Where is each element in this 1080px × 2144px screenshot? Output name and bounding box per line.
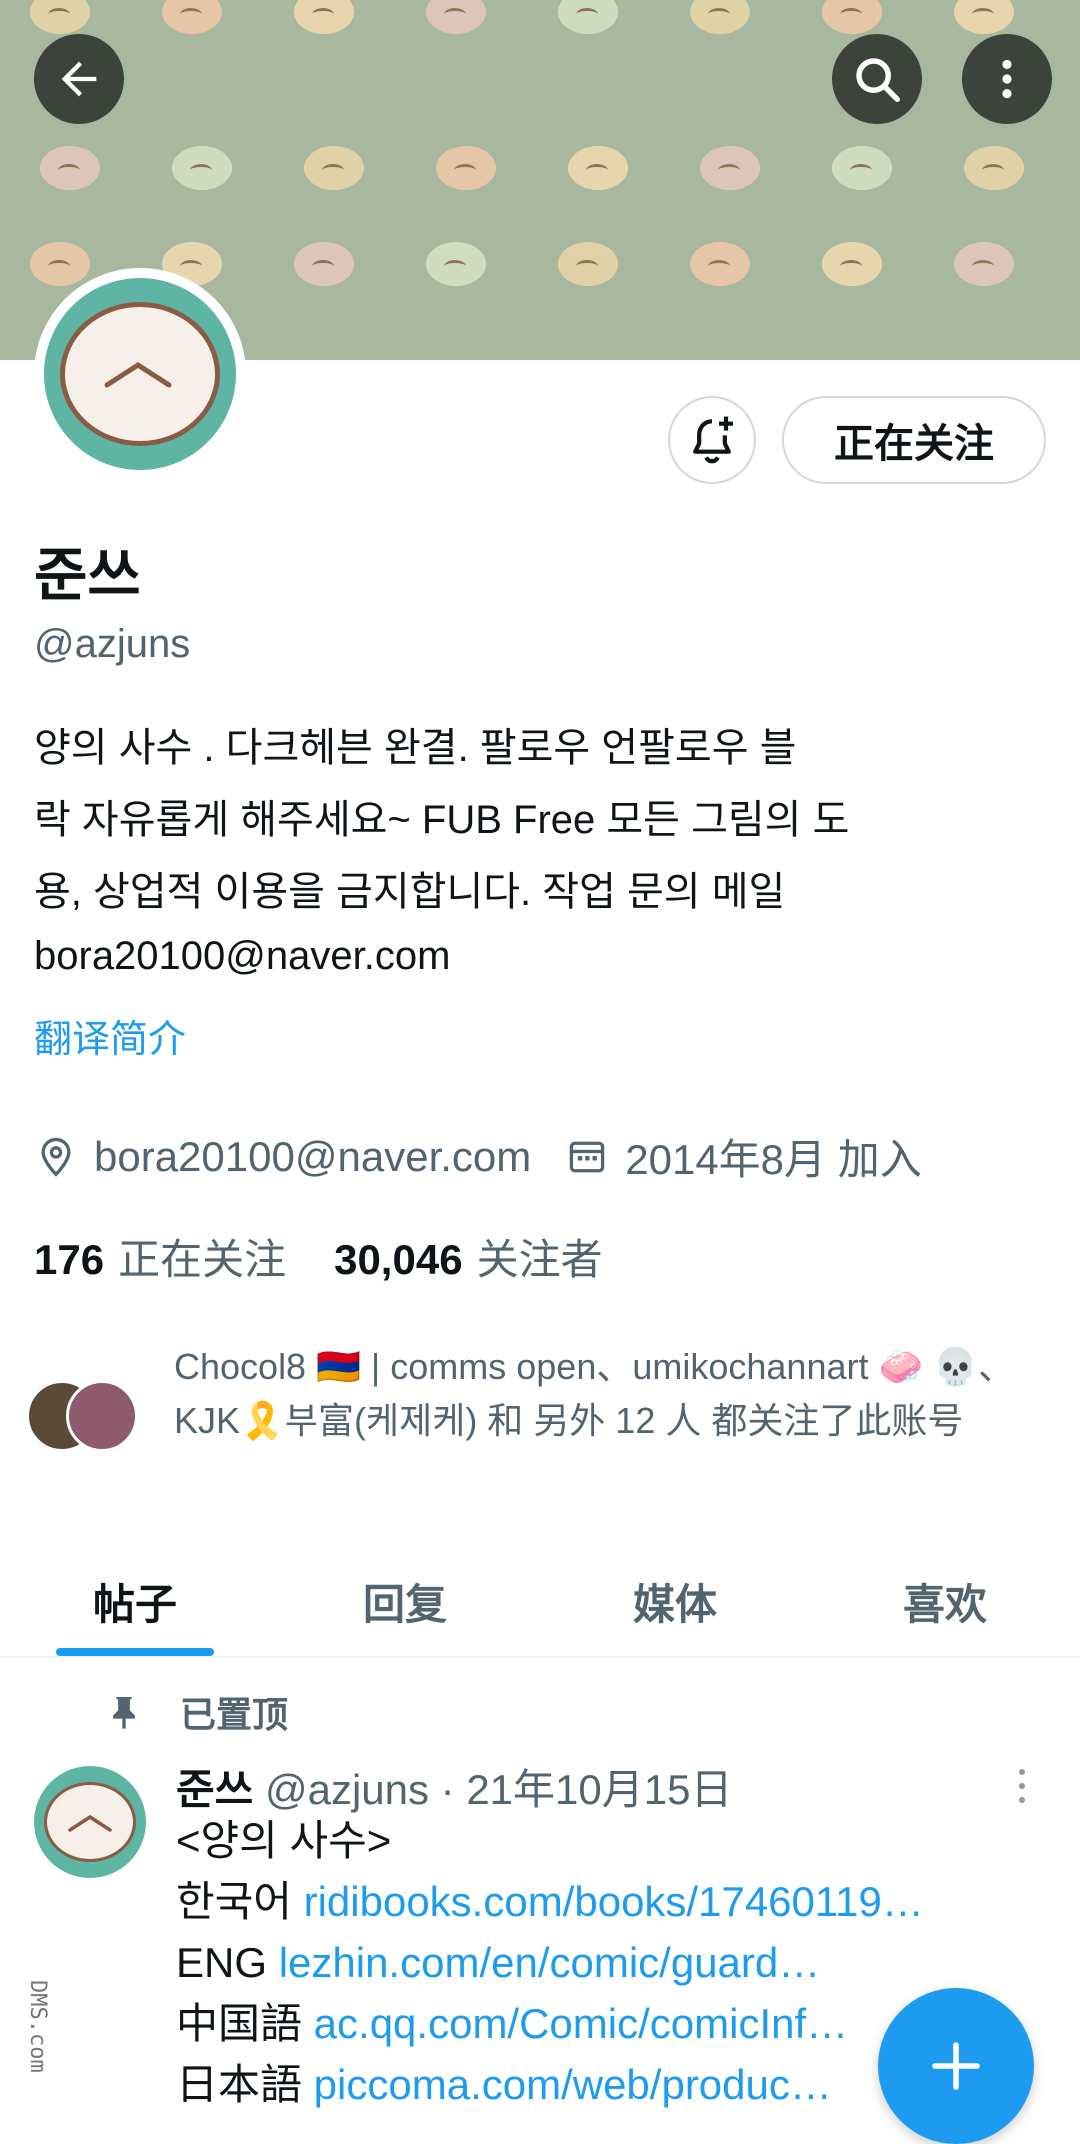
post-link[interactable]: lezhin.com/en/comic/guard… [279,1939,821,1986]
banner-face-decoration [954,0,1014,34]
post-line: 한국어 ridibooks.com/books/17460119… [176,1871,1056,1932]
bio-line: 양의 사수 . 다크헤븐 완결. 팔로우 언팔로우 블 [34,726,797,770]
banner-face-decoration [304,146,364,190]
profile-joined-date: 2014年8月 加入 [625,1136,922,1183]
more-button[interactable] [962,34,1052,124]
post-handle-date: @azjuns · 21年10月15日 [264,1766,733,1813]
notification-bell-button[interactable] [668,396,756,484]
avatar-background [44,278,236,470]
tab-likes[interactable]: 喜欢 [810,1546,1080,1656]
bio-line: bora20100@naver.com [34,934,451,978]
banner-face-decoration [162,0,222,34]
pin-icon [104,1692,144,1732]
banner-face-decoration [294,0,354,34]
post-link[interactable]: piccoma.com/web/produc… [314,2061,832,2108]
watermark: DMS.com [25,1980,50,2073]
following-count: 176 [34,1236,105,1283]
banner-face-decoration [690,242,750,286]
banner-face-decoration [30,0,90,34]
following-button[interactable]: 正在关注 [782,396,1046,484]
tab-posts[interactable]: 帖子 [0,1546,270,1656]
banner-face-decoration [690,0,750,34]
banner-face-decoration [40,146,100,190]
banner-face-decoration [822,0,882,34]
banner-face-decoration [832,146,892,190]
banner-face-decoration [700,146,760,190]
banner-face-decoration [426,0,486,34]
post-line: ENG lezhin.com/en/comic/guard… [176,1932,1056,1993]
profile-stats: 176 正在关注 30,046 关注者 [34,1226,651,1287]
banner-face-decoration [172,146,232,190]
banner-face-decoration [954,242,1014,286]
more-vertical-icon [1002,59,1012,99]
banner-face-decoration [30,242,90,286]
profile-location: bora20100@naver.com [94,1132,532,1180]
bell-plus-icon [693,416,733,464]
banner-face-decoration [568,146,628,190]
compose-fab[interactable] [878,1988,1034,2144]
known-followers-text[interactable]: Chocol8 🇦🇲 | comms open、umikochannart 🧼 … [174,1340,1054,1448]
pinned-indicator: 已置顶 [104,1686,288,1738]
follower-avatar[interactable] [66,1380,138,1452]
tab-replies[interactable]: 回复 [270,1546,540,1656]
tab-media[interactable]: 媒体 [540,1546,810,1656]
profile-tabs: 帖子 回复 媒体 喜欢 [0,1546,1080,1658]
profile-avatar[interactable] [34,268,246,480]
profile-name: 준쓰 [34,543,141,608]
post-author-avatar[interactable] [34,1766,146,1878]
arrow-left-icon [61,61,97,97]
search-button[interactable] [832,34,922,124]
avatar-mouth [68,1814,112,1832]
banner-face-decoration [436,146,496,190]
back-button[interactable] [34,34,124,124]
post-text: <양의 사수> [176,1817,392,1864]
post-header: 준쓰 @azjuns · 21年10月15日 [176,1756,732,1817]
post-text: 中国語 [176,2000,314,2047]
translate-bio-link[interactable]: 翻译简介 [34,1008,186,1063]
post-more-icon[interactable] [1012,1766,1032,1806]
followers-stat[interactable]: 30,046 关注者 [334,1226,602,1287]
banner-face-decoration [964,146,1024,190]
avatar-face [60,302,220,446]
post-link[interactable]: ac.qq.com/Comic/comicInf… [314,2000,848,2047]
following-stat[interactable]: 176 正在关注 [34,1226,286,1287]
banner-face-decoration [558,0,618,34]
plus-icon [932,2042,980,2090]
bio-line: 락 자유롭게 해주세요~ FUB Free 모든 그림의 도 [34,798,850,842]
post-text: 한국어 [176,1878,304,1925]
pinned-label: 已置顶 [180,1694,289,1735]
banner-face-decoration [294,242,354,286]
search-icon [856,58,900,102]
post-author-name[interactable]: 준쓰 [176,1766,253,1813]
profile-bio: 양의 사수 . 다크헤븐 완결. 팔로우 언팔로우 블 락 자유롭게 해주세요~… [34,712,1034,984]
followers-count: 30,046 [334,1236,463,1283]
banner-face-decoration [426,242,486,286]
profile-meta: bora20100@naver.com 2014年8月 加入 [34,1126,922,1187]
post-link[interactable]: ridibooks.com/books/17460119… [304,1878,924,1925]
post-line: <양의 사수> [176,1810,1056,1871]
location-pin-icon [34,1135,78,1179]
avatar-face [44,1782,136,1862]
following-label: 正在关注 [118,1236,287,1283]
calendar-icon [565,1135,609,1179]
post-text: 日本語 [176,2061,314,2108]
bio-line: 용, 상업적 이용을 금지합니다. 작업 문의 메일 [34,870,786,914]
banner-face-decoration [558,242,618,286]
followers-label: 关注者 [476,1236,603,1283]
banner-face-decoration [822,242,882,286]
avatar-mouth [104,362,172,388]
post-text: ENG [176,1939,279,1986]
profile-handle: @azjuns [34,622,191,666]
